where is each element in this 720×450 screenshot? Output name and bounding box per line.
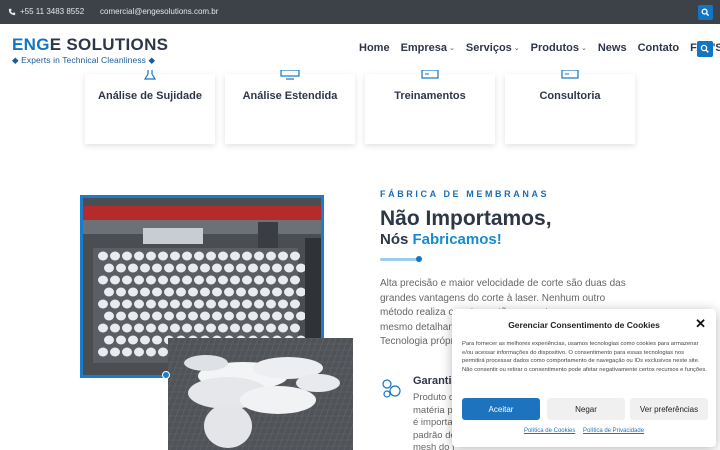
chevron-down-icon: ⌄ bbox=[513, 45, 520, 52]
cookie-dialog-title: Gerenciar Consentimento de Cookies bbox=[508, 320, 660, 330]
top-bar: +55 11 3483 8552 comercial@engesolutions… bbox=[0, 0, 720, 24]
chevron-down-icon: ⌄ bbox=[580, 45, 587, 52]
email-link[interactable]: comercial@engesolutions.com.br bbox=[100, 7, 218, 16]
section-subtitle: Nós Fabricamos! bbox=[380, 231, 502, 248]
presentation-icon bbox=[561, 70, 579, 79]
nav-item-contato[interactable]: Contato bbox=[638, 42, 680, 54]
nav-item-servicos[interactable]: Serviços ⌄ bbox=[466, 42, 520, 54]
service-card-consultoria[interactable]: Consultoria bbox=[505, 70, 635, 144]
membranes-illustration bbox=[168, 338, 353, 450]
section-title: Não Importamos, bbox=[380, 207, 552, 230]
preferences-button[interactable]: Ver preferências bbox=[630, 398, 708, 420]
service-card-treinamentos[interactable]: Treinamentos bbox=[365, 70, 495, 144]
feature-title: Garantia bbox=[413, 375, 458, 387]
main-nav: Home Empresa ⌄ Serviços ⌄ Produtos ⌄ News C… bbox=[359, 42, 720, 54]
close-icon[interactable]: ✕ bbox=[695, 317, 706, 330]
monitor-icon bbox=[280, 70, 300, 80]
service-card-label: Consultoria bbox=[539, 90, 601, 102]
cookie-policy-link[interactable]: Política de Cookies bbox=[524, 428, 575, 434]
presentation-icon bbox=[421, 70, 439, 79]
logo-wordmark: ENGE SOLUTIONS bbox=[12, 35, 169, 54]
title-separator bbox=[380, 256, 422, 262]
site-logo[interactable]: ENGE SOLUTIONS ◆ Experts in Technical Cl… bbox=[12, 36, 168, 66]
chevron-down-icon: ⌄ bbox=[449, 45, 455, 52]
section-kicker: FÁBRICA DE MEMBRANAS bbox=[380, 189, 550, 199]
phone-contact[interactable]: +55 11 3483 8552 bbox=[8, 7, 84, 16]
service-card-analise-sujidade[interactable]: Análise de Sujidade bbox=[85, 70, 215, 144]
privacy-policy-link[interactable]: Política de Privacidade bbox=[583, 428, 644, 434]
site-header: ENGE SOLUTIONS ◆ Experts in Technical Cl… bbox=[0, 24, 720, 74]
membranes-photo bbox=[168, 338, 353, 450]
deny-button[interactable]: Negar bbox=[547, 398, 625, 420]
service-card-label: Análise de Sujidade bbox=[98, 90, 202, 102]
gears-icon bbox=[382, 379, 401, 398]
cookie-dialog-body: Para fornecer as melhores experiências, … bbox=[462, 341, 707, 374]
service-card-analise-estendida[interactable]: Análise Estendida bbox=[225, 70, 355, 144]
search-icon bbox=[700, 44, 709, 53]
nav-item-produtos[interactable]: Produtos ⌄ bbox=[531, 42, 587, 54]
service-card-label: Análise Estendida bbox=[242, 90, 338, 102]
nav-item-home[interactable]: Home bbox=[359, 42, 390, 54]
search-icon bbox=[701, 8, 710, 17]
phone-number: +55 11 3483 8552 bbox=[20, 7, 85, 16]
cookie-consent-dialog: Gerenciar Consentimento de Cookies ✕ Par… bbox=[452, 309, 716, 447]
service-card-label: Treinamentos bbox=[394, 90, 466, 102]
phone-icon bbox=[8, 8, 16, 15]
carousel-dot[interactable] bbox=[162, 371, 170, 379]
nav-item-news[interactable]: News bbox=[598, 42, 627, 54]
accept-button[interactable]: Aceitar bbox=[462, 398, 540, 420]
topbar-search-button[interactable] bbox=[698, 5, 713, 20]
cookie-links: Política de Cookies Política de Privacid… bbox=[452, 428, 716, 434]
logo-tagline: ◆ Experts in Technical Cleanliness ◆ bbox=[12, 55, 156, 65]
nav-item-empresa[interactable]: Empresa ⌄ bbox=[401, 42, 455, 54]
header-search-button[interactable] bbox=[697, 41, 713, 57]
flask-icon bbox=[143, 70, 157, 80]
